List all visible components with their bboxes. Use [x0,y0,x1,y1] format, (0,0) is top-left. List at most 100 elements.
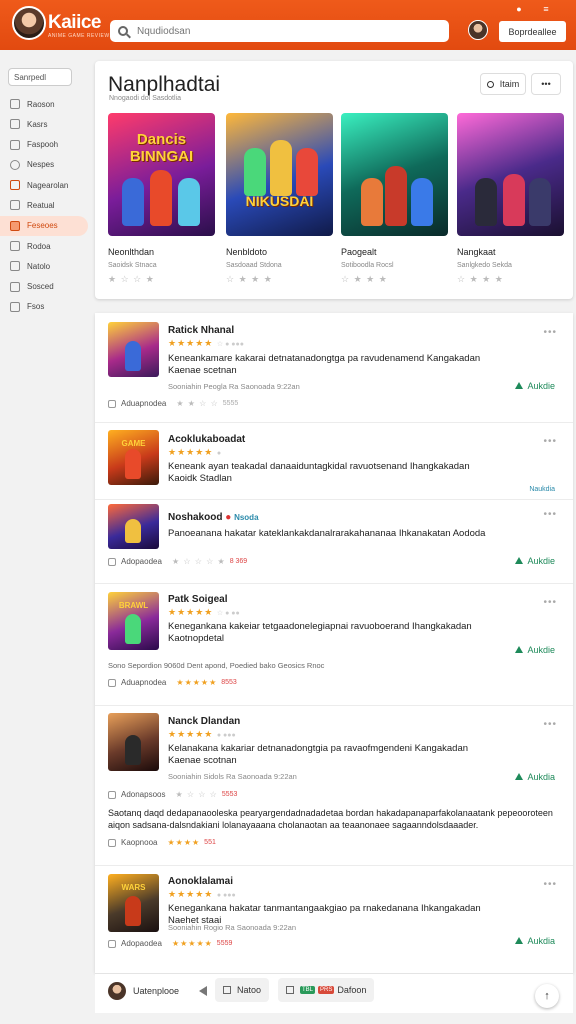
sidebar-icon [10,200,20,211]
game-thumbnail: WARS [108,874,159,932]
review-title: Ratick Nhanal [168,325,235,336]
scroll-top-button[interactable]: ↑ [535,984,559,1008]
speaker-icon[interactable] [199,986,207,996]
sidebar-item[interactable]: Faspooh [0,135,90,155]
user-label: Uatenplooe [133,986,180,996]
rating-stars: ★★★★★ ● ●●● [168,889,236,899]
review-title: Acoklukaboadat [168,434,246,445]
rating-stars: ★★★★★ ● ●●● [168,729,236,739]
like-icon[interactable] [108,939,116,948]
document-icon [223,986,231,994]
sidebar-icon [10,159,20,170]
featured-card[interactable]: Nangkaat Sanlgkedo Sekda ☆ ★ ★ ★ [457,113,564,285]
sidebar-item[interactable]: Nespes [0,155,90,175]
review-meta: Sooniahin Peogla Ra Saonoada 9:22an [168,382,300,391]
sidebar-icon [10,180,20,191]
logo-avatar[interactable] [12,6,46,40]
search-input[interactable] [137,25,417,37]
search-bar[interactable] [110,20,449,42]
review-footer: Aduapnodea ★★★★★ 8553 [108,678,237,687]
featured-subtitle: Nnogaodi dol Sasdotlia [109,95,181,102]
action-link[interactable]: Aukdie [515,645,555,655]
game-cover-image: Dancis BINNGAI [108,113,215,236]
more-options-icon[interactable]: ••• [543,879,557,890]
menu-icon[interactable]: ≡ [541,4,551,14]
game-thumbnail: GAME [108,430,159,485]
sidebar-icon [10,220,20,231]
review-row[interactable]: GAME Acoklukaboadat ★★★★★ ● Keneank ayan… [95,423,573,500]
featured-card[interactable]: Dancis BINNGAI Neonlthdan Saoidsk Stnaca… [108,113,215,285]
review-text: Panoeanana hakatar kateklankakdanalrarak… [168,528,486,539]
sidebar-item[interactable]: Natolo [0,256,90,276]
more-options-icon[interactable]: ••• [543,509,557,520]
arrow-up-icon [515,937,524,944]
action-link[interactable]: Aukdie [515,381,555,391]
game-name: Neonlthdan [108,247,155,257]
more-options-icon[interactable]: ••• [543,719,557,730]
game-name: Nangkaat [457,247,496,257]
like-icon[interactable] [108,399,116,408]
game-cover-image: NIKUSDAI [226,113,333,236]
review-row[interactable]: Nanck Dlandan ★★★★★ ● ●●● Kelanakana kak… [95,706,573,866]
promo-text: Sono Sepordion 9060d Dent apond, Poedied… [108,661,325,670]
sidebar-item[interactable]: Raoson [0,94,90,114]
sidebar-item[interactable]: Fsos [0,297,90,317]
like-icon[interactable] [108,790,116,799]
badge-icon: ● [225,512,232,523]
like-icon[interactable] [108,557,116,566]
more-options-icon[interactable]: ••• [543,597,557,608]
sidebar-item[interactable]: Kasrs [0,114,90,134]
featured-card[interactable]: NIKUSDAI Nenbldoto Sasdoaad Stdona ☆ ★ ★… [226,113,333,285]
sidebar-item-active[interactable]: Feseoes [0,215,88,236]
game-name: Nenbldoto [226,247,268,257]
app-header: Kaiice ANIME GAME REVIEWS ● ≡ Boprdealle… [0,0,576,50]
notification-icon[interactable]: ● [514,4,524,14]
sidebar-icon [10,261,20,272]
featured-card[interactable]: Paogealt Sotiboodla Rocsl ☆ ★ ★ ★ [341,113,448,285]
featured-panel: Nanplhadtai Nnogaodi dol Sasdotlia Itaim… [95,61,573,299]
action-link[interactable]: Aukdia [515,772,555,782]
featured-search-button[interactable]: Itaim [480,73,526,95]
action-link[interactable]: Naukdia [529,486,555,493]
chip-button[interactable]: Natoo [215,978,270,1002]
user-avatar[interactable] [468,20,488,40]
more-options-button[interactable]: ••• [531,73,561,95]
game-name: Paogealt [341,247,377,257]
action-link[interactable]: Aukdie [515,556,555,566]
review-text: Keneankamare kakarai detnatanadongtga pa… [168,353,481,376]
bottom-bar: Uatenplooe Natoo TBL PRS Dafoon ↑ [95,973,573,1013]
sidebar-icon [10,119,20,130]
review-title: Nanck Dlandan [168,716,241,727]
logo-tagline: ANIME GAME REVIEWS [48,33,114,39]
sidebar-item[interactable]: Sosced [0,277,90,297]
search-icon [118,26,128,36]
review-row[interactable]: WARS Aonoklalamai ★★★★★ ● ●●● Kenegankan… [95,866,573,973]
arrow-up-icon [515,382,524,389]
review-row[interactable]: BRAWL Patk Soigeal ★★★★★ ☆ ● ●● Kenegank… [95,584,573,706]
like-icon[interactable] [108,838,116,847]
review-list: Ratick Nhanal ★★★★★ ☆ ● ●●● Keneankamare… [95,313,573,973]
more-options-icon[interactable]: ••• [543,436,557,447]
rating-stars: ☆ ★ ★ ★ [457,274,504,284]
logo-text[interactable]: Kaiice [48,12,101,34]
search-icon [486,80,494,88]
user-avatar[interactable] [108,982,126,1000]
game-thumbnail [108,713,159,771]
review-long-text: Saotanq daqd dedapanaooleska pearyargend… [108,808,553,830]
sidebar-item[interactable]: Reatual [0,195,90,215]
featured-title: Nanplhadtai [108,73,221,96]
more-options-icon[interactable]: ••• [543,327,557,338]
sidebar-top-button[interactable]: Sanrpedl [8,68,72,86]
rating-stars: ☆ ★ ★ ★ [226,274,273,284]
sidebar-item[interactable]: Nagearolan [0,175,90,195]
action-link[interactable]: Aukdia [515,936,555,946]
review-row[interactable]: Ratick Nhanal ★★★★★ ☆ ● ●●● Keneankamare… [95,313,573,423]
like-icon[interactable] [108,678,116,687]
review-row[interactable]: Noshakood ● Nsoda Panoeanana hakatar kat… [95,500,573,584]
review-footer: Kaopnooa ★★★★ 551 [108,838,216,847]
game-thumbnail [108,504,159,549]
sidebar-item[interactable]: Rodoa [0,236,90,256]
header-action-button[interactable]: Boprdeallee [499,21,566,42]
game-category: Sotiboodla Rocsl [341,262,394,269]
chip-button[interactable]: TBL PRS Dafoon [278,978,375,1002]
